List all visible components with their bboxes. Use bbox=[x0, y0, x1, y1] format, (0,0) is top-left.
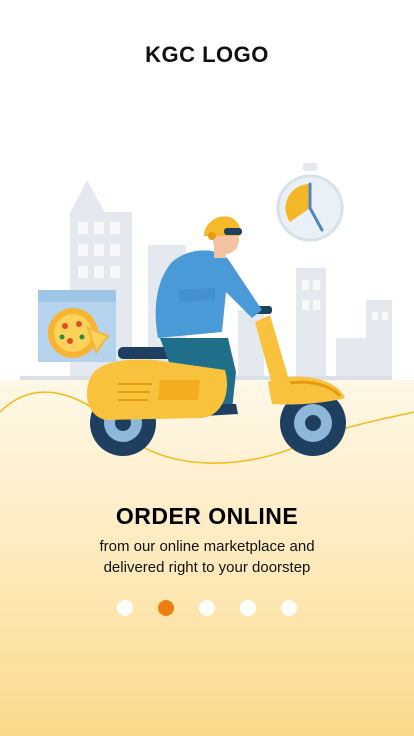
pagination-dot-4[interactable] bbox=[240, 600, 256, 616]
subtitle-line-2: delivered right to your doorstep bbox=[103, 559, 311, 576]
slide-title: ORDER ONLINE bbox=[115, 503, 299, 529]
pagination-dot-1[interactable] bbox=[117, 600, 133, 616]
subtitle-line-1: from our online marketplace and bbox=[99, 538, 315, 555]
pagination-dot-3[interactable] bbox=[199, 600, 215, 616]
stopwatch-icon bbox=[276, 163, 344, 242]
pizza-box-icon bbox=[38, 290, 116, 362]
slide-subtitle: from our online marketplace and delivere… bbox=[40, 536, 374, 578]
pagination-dots bbox=[0, 600, 414, 616]
pagination-dot-2[interactable] bbox=[158, 600, 174, 616]
pagination-dot-5[interactable] bbox=[281, 600, 297, 616]
logo-text: KGC LOGO bbox=[145, 42, 269, 67]
delivery-illustration bbox=[0, 163, 414, 464]
